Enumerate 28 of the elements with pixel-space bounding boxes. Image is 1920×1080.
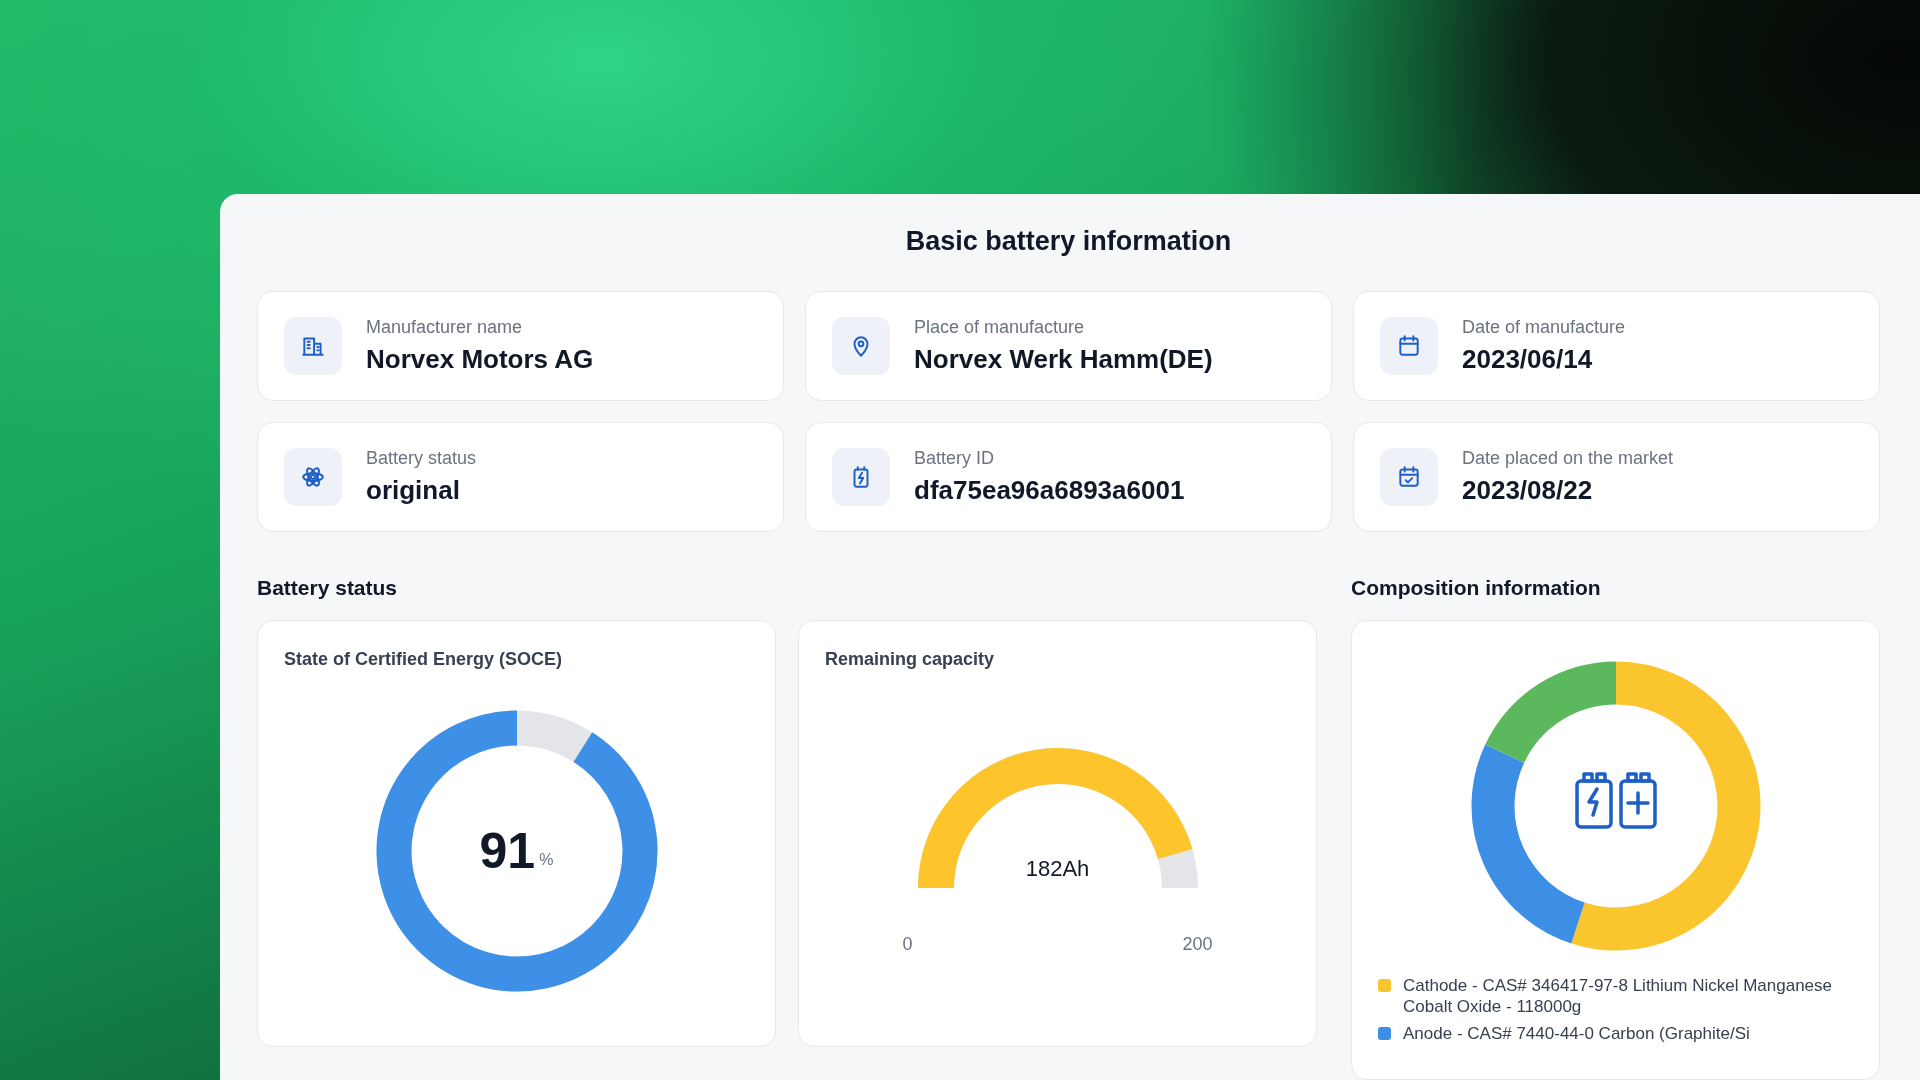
page-title: Basic battery information — [905, 226, 1232, 257]
percent-unit: % — [539, 851, 554, 869]
atom-icon — [300, 464, 326, 490]
section-heading: Battery status — [257, 576, 399, 600]
calendar-icon — [1396, 333, 1422, 359]
field-value: 2023/08/22 — [1462, 475, 1594, 506]
field-value: original — [366, 475, 461, 506]
section-heading: Composition information — [1351, 576, 1602, 600]
gauge-max-label: 200 — [1182, 934, 1213, 955]
field-value: Norvex Werk Hamm(DE) — [914, 344, 1213, 375]
field-label: Manufacturer name — [366, 317, 524, 338]
calendar-check-icon — [1396, 464, 1422, 490]
field-label: Date of manufacture — [1462, 317, 1626, 338]
gauge-reading: 182Ah — [1025, 856, 1090, 882]
batteries-icon — [1574, 772, 1657, 829]
field-value: Norvex Motors AG — [366, 344, 594, 375]
field-label: Date placed on the market — [1462, 448, 1674, 469]
field-label: Battery status — [366, 448, 477, 469]
legend-label: Anode - CAS# 7440-44-0 Carbon (Graphite/Si — [1403, 1023, 1750, 1044]
gauge-min-label: 0 — [902, 934, 913, 955]
card-title: Remaining capacity — [825, 649, 995, 670]
field-value: dfa75ea96a6893a6001 — [914, 475, 1185, 506]
card-title: State of Certified Energy (SOCE) — [284, 649, 563, 670]
field-label: Place of manufacture — [914, 317, 1086, 338]
field-value: 2023/06/14 — [1462, 344, 1594, 375]
percentage-value: 91 — [479, 822, 536, 880]
field-label: Battery ID — [914, 448, 996, 469]
legend-label: Cathode - CAS# 346417-97-8 Lithium Nickel Manganese Cobalt Oxide - 118000g — [1403, 975, 1834, 1017]
